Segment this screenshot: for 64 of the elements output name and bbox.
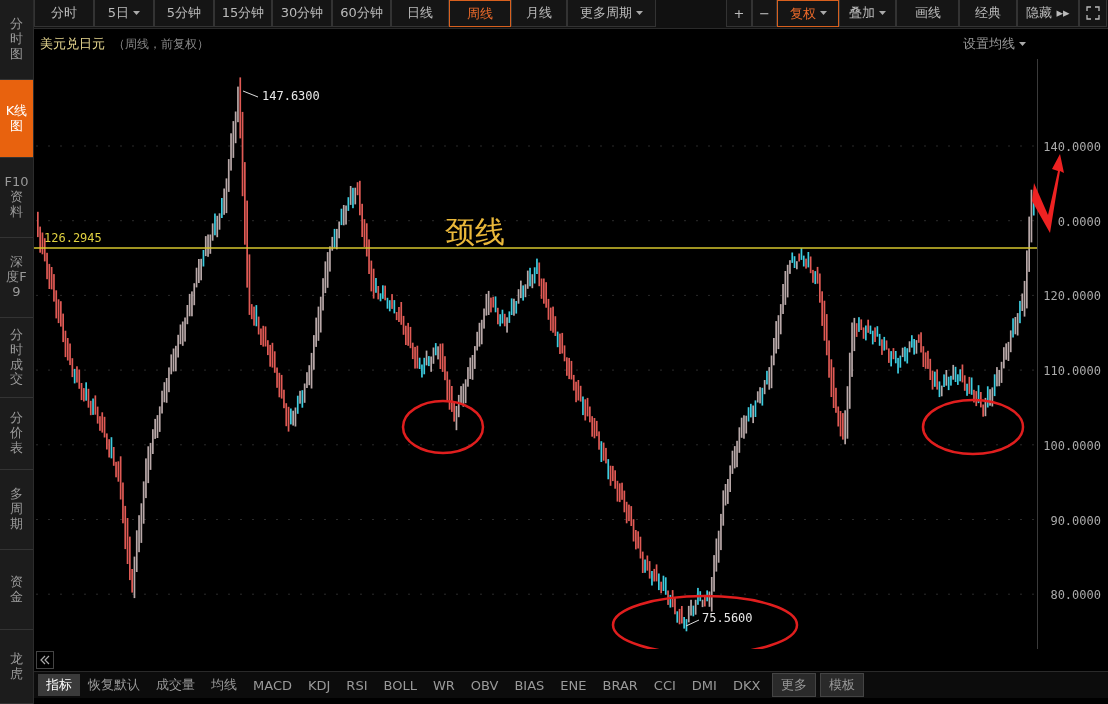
toolbar-tab[interactable]: 60分钟 [332, 0, 391, 27]
axis-label: 120.0000 [1043, 289, 1101, 304]
fullscreen-button[interactable] [1079, 0, 1107, 27]
axis-label: 100.0000 [1043, 438, 1101, 453]
double-chevron-icon [40, 655, 50, 665]
indicator-button[interactable]: 模板 [820, 673, 865, 697]
toolbar-tab[interactable]: 周线 [449, 0, 511, 27]
indicator-tab[interactable]: 恢复默认 [80, 674, 148, 696]
low-price-label: 75.5600 [702, 611, 753, 625]
axis-label: 90.0000 [1050, 513, 1101, 528]
indicator-tab[interactable]: BOLL [375, 675, 425, 695]
sidebar-tab[interactable]: 分时成交 [0, 318, 33, 398]
sidebar-tab[interactable]: 深度F9 [0, 238, 33, 318]
axis-label: 110.0000 [1043, 364, 1101, 379]
indicator-tab[interactable]: KDJ [299, 675, 339, 695]
indicator-tab[interactable]: MACD [245, 675, 300, 695]
leader-line [242, 90, 259, 98]
indicator-tab[interactable]: OBV [462, 675, 507, 695]
fullscreen-icon [1086, 6, 1100, 20]
sidebar-tab[interactable]: F10资料 [0, 158, 33, 238]
toolbar-tab[interactable]: 15分钟 [214, 0, 272, 27]
toolbar-tab[interactable]: 叠加 [839, 0, 896, 27]
leader-line [685, 619, 700, 627]
ma-setting-button[interactable]: 设置均线 [963, 35, 1026, 53]
sidebar-tab[interactable]: 龙虎 [0, 630, 33, 704]
scroll-left-button[interactable] [36, 651, 54, 669]
toolbar-tab[interactable]: − [752, 0, 777, 27]
toolbar-tab[interactable]: 30分钟 [272, 0, 332, 27]
sidebar-tab[interactable]: 分价表 [0, 398, 33, 470]
toolbar-tab[interactable]: 画线 [896, 0, 959, 27]
neckline-value: 126.2945 [44, 231, 102, 245]
toolbar-tab[interactable]: + [726, 0, 752, 27]
indicator-tab[interactable]: BIAS [506, 675, 553, 695]
indicator-tab[interactable]: ENE [552, 675, 595, 695]
indicator-tab[interactable]: BRAR [594, 675, 646, 695]
indicator-tab[interactable]: CCI [645, 675, 684, 695]
toolbar-tab[interactable]: 复权 [777, 0, 839, 27]
toolbar-tab[interactable]: 经典 [959, 0, 1017, 27]
indicator-tab[interactable]: DMI [683, 675, 725, 695]
symbol-name: 美元兑日元 [40, 35, 105, 53]
toolbar-tab[interactable]: 隐藏 ▸▸ [1017, 0, 1079, 27]
axis-label: 80.0000 [1050, 588, 1101, 603]
indicator-tab[interactable]: 均线 [203, 674, 245, 696]
indicator-tab[interactable]: DKX [724, 675, 769, 695]
indicator-tab[interactable]: 成交量 [148, 674, 203, 696]
chart-info: （周线，前复权） [113, 35, 209, 53]
toolbar-tab[interactable]: 月线 [511, 0, 567, 27]
indicator-tab[interactable]: 指标 [38, 674, 80, 696]
caret-icon [1019, 41, 1026, 47]
axis-label: 140.0000 [1043, 140, 1101, 154]
indicator-tab[interactable]: RSI [338, 675, 376, 695]
toolbar-tab[interactable]: 分时 [34, 0, 94, 27]
toolbar-tab[interactable]: 5日 [94, 0, 154, 27]
sidebar-tab[interactable]: 分时图 [0, 0, 33, 80]
indicator-button[interactable]: 更多 [772, 673, 817, 697]
sidebar-tab[interactable]: 多周期 [0, 470, 33, 550]
neckline-label: 颈线 [445, 214, 505, 249]
axis-label: 0.0000 [1057, 214, 1101, 229]
sidebar-tab[interactable]: 资金 [0, 550, 33, 630]
toolbar-tab[interactable]: 5分钟 [154, 0, 214, 27]
high-price-label: 147.6300 [262, 89, 320, 103]
toolbar-tab[interactable]: 更多周期 [567, 0, 656, 27]
toolbar-tab[interactable]: 日线 [391, 0, 449, 27]
indicator-tab[interactable]: WR [424, 675, 463, 695]
